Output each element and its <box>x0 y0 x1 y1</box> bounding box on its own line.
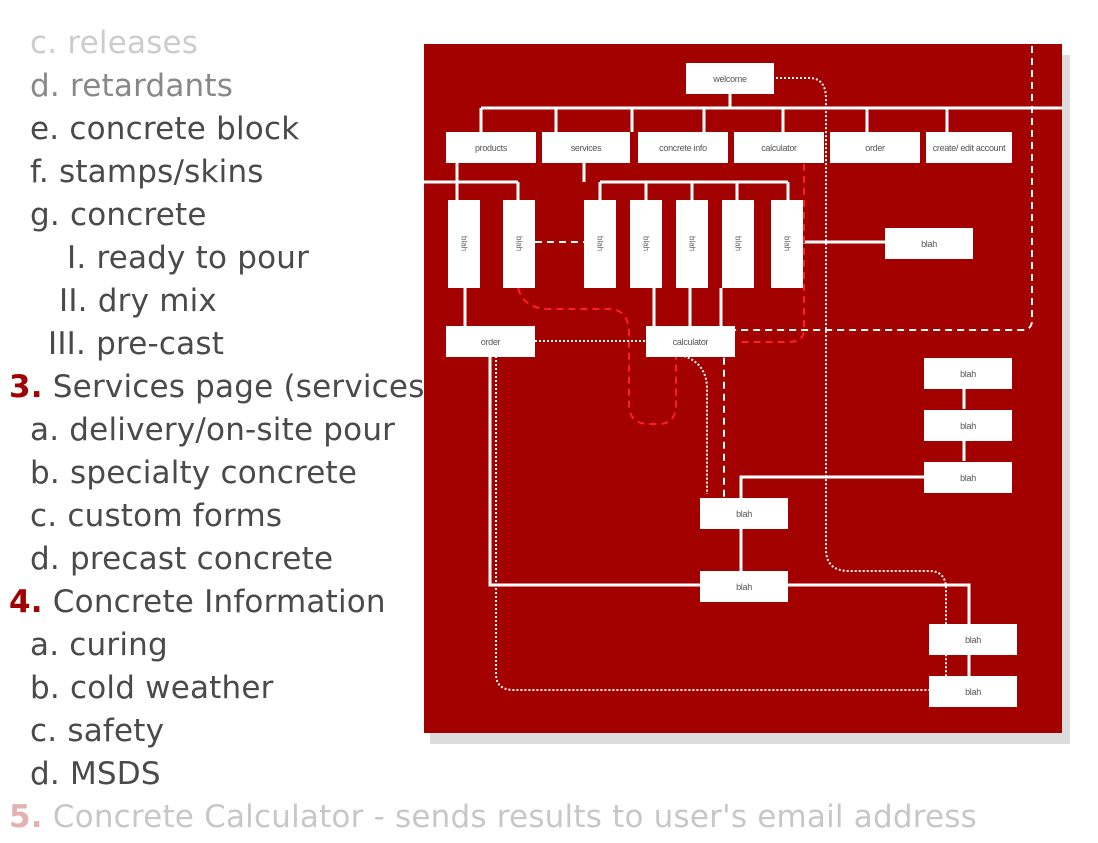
outline-item: d. retardants <box>30 68 234 104</box>
node-account-blah: blah <box>924 358 1012 389</box>
outline-item: c. custom forms <box>30 498 283 534</box>
outline-item: III. pre-cast <box>48 326 225 362</box>
node-subpage: blah <box>722 200 754 288</box>
outline-item: g. concrete <box>30 197 207 233</box>
connector <box>488 356 700 587</box>
outline-item: II. dry mix <box>59 283 217 319</box>
node-flow-blah: blah <box>700 571 788 602</box>
node-welcome: welcome <box>686 63 774 94</box>
connector <box>424 162 520 200</box>
outline-item: I. ready to pour <box>67 240 310 276</box>
node-subpage: blah <box>676 200 708 288</box>
node-flow-blah: blah <box>700 498 788 529</box>
outline-item: c. safety <box>30 713 165 749</box>
outline-number: 4. <box>9 584 43 620</box>
node-flow-blah: blah <box>929 676 1017 707</box>
node-calculator: calculator <box>734 132 824 163</box>
node-order-page: order <box>446 326 535 357</box>
connector <box>652 288 723 326</box>
node-services: services <box>542 132 630 163</box>
node-create-edit-account: create/ edit account <box>926 132 1012 163</box>
outline-item: d. MSDS <box>30 756 161 792</box>
node-subpage: blah <box>448 200 480 288</box>
node-flow-blah: blah <box>929 624 1017 655</box>
node-account-blah: blah <box>924 462 1012 493</box>
connector <box>479 94 1062 132</box>
outline-item: b. cold weather <box>30 670 274 706</box>
outline-item: a. delivery/on-site pour <box>30 412 396 448</box>
outline-heading: 4. Concrete Information <box>9 584 386 620</box>
dotted-connector <box>683 355 708 494</box>
outline-number: 5. <box>9 799 43 835</box>
outline-item: a. curing <box>30 627 168 663</box>
node-calculator-page: calculator <box>646 326 735 357</box>
outline-item: e. concrete block <box>30 111 300 147</box>
node-subpage: blah <box>630 200 662 288</box>
outline-heading: 3. Services page (services <box>9 369 425 405</box>
node-concrete-info: concrete info <box>638 132 728 163</box>
connector <box>582 162 790 200</box>
node-order: order <box>830 132 920 163</box>
node-subpage: blah <box>503 200 535 288</box>
node-products: products <box>446 132 536 163</box>
outline-item: c. releases <box>30 25 199 61</box>
outline-item: f. stamps/skins <box>30 154 264 190</box>
node-account-blah: blah <box>924 410 1012 441</box>
outline-number: 3. <box>9 369 43 405</box>
node-side-blah: blah <box>885 228 973 259</box>
outline-heading: 5. Concrete Calculator - sends results t… <box>9 799 977 835</box>
node-subpage: blah <box>771 200 803 288</box>
connector <box>787 583 971 624</box>
sitemap-diagram: welcome products services concrete info … <box>424 44 1062 733</box>
outline-item: b. specialty concrete <box>30 455 358 491</box>
node-subpage: blah <box>584 200 616 288</box>
outline-item: d. precast concrete <box>30 541 334 577</box>
